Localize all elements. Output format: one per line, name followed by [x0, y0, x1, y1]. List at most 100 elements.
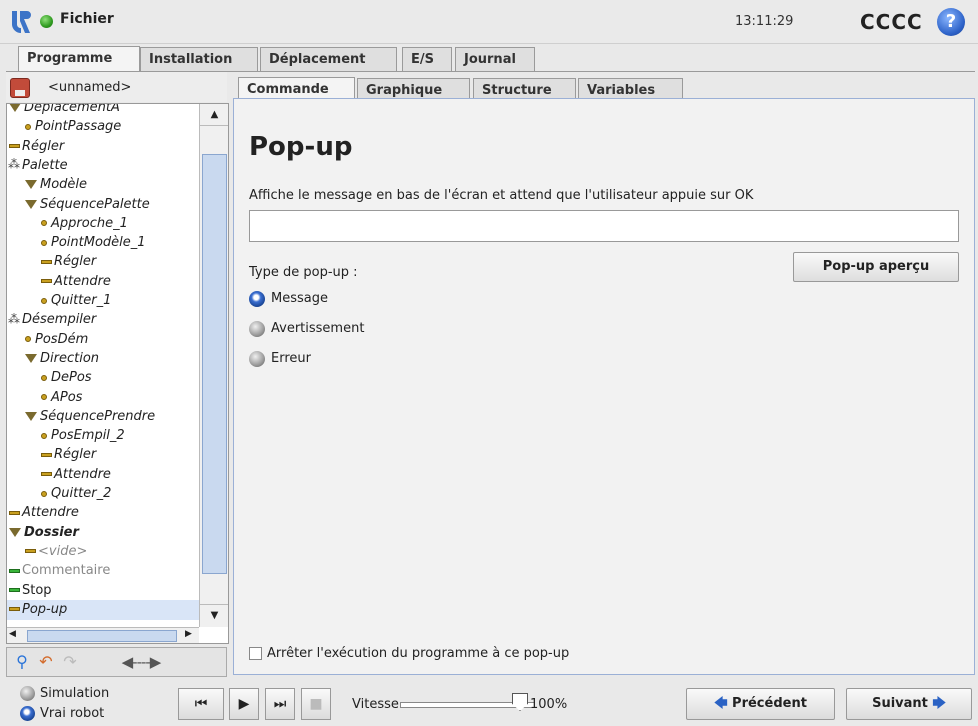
ur-logo-icon [12, 11, 31, 34]
folder-triangle-icon [9, 104, 21, 112]
tab-journal[interactable]: Journal [455, 47, 535, 72]
popup-preview-button[interactable]: Pop-up aperçu [793, 252, 959, 282]
rewind-button[interactable]: ⏮ [178, 688, 224, 720]
redo-icon[interactable]: ↷ [59, 651, 81, 673]
tree-item[interactable]: Palette [7, 154, 199, 176]
command-icon [41, 452, 52, 457]
tree-item[interactable]: Attendre [7, 465, 199, 485]
tree-item[interactable]: PointModèle_1 [7, 233, 199, 253]
tree-item[interactable]: Régler [7, 137, 199, 157]
arrow-right-icon: 🡆 [932, 696, 946, 711]
top-bar [0, 0, 978, 44]
mode-label: Vrai robot [40, 706, 105, 721]
stop-execution-checkbox[interactable]: Arrêter l'exécution du programme à ce po… [249, 646, 569, 661]
help-icon[interactable]: ? [937, 8, 965, 36]
tree-item-label: Dossier [24, 524, 79, 540]
tree-toolbar: ⚲ ↶ ↷ ◀----▶ [6, 647, 227, 677]
speed-label: Vitesse [352, 697, 399, 712]
tree-item[interactable]: PosDém [7, 330, 199, 350]
tree-item[interactable]: SéquencePalette [7, 195, 199, 215]
hscroll-thumb[interactable] [27, 630, 177, 642]
tree-item[interactable]: Régler [7, 252, 199, 272]
tree-item[interactable]: Dossier [7, 523, 199, 543]
tree-item[interactable]: SéquencePrendre [7, 407, 199, 427]
folder-triangle-icon [9, 527, 21, 537]
folder-triangle-icon [25, 180, 37, 190]
scroll-left-icon[interactable]: ◀ [9, 629, 16, 639]
tree-item-label: PosDém [35, 331, 89, 347]
save-icon[interactable] [10, 78, 30, 98]
mode-simulation[interactable]: Simulation [20, 686, 109, 701]
checkbox-icon[interactable] [249, 647, 262, 660]
command-icon [9, 607, 20, 612]
tree-item[interactable]: APos [7, 388, 199, 408]
command-icon [41, 279, 52, 284]
tree-item[interactable]: DéplacementA [7, 104, 199, 118]
previous-label: Précédent [732, 696, 807, 711]
arrow-left-icon: 🡄 [714, 696, 728, 711]
tree-item[interactable]: Quitter_1 [7, 291, 199, 311]
tree-item-label: PointModèle_1 [51, 235, 146, 251]
waypoint-icon [41, 239, 47, 246]
waypoint-icon [41, 220, 47, 227]
speed-value: 100% [530, 697, 568, 712]
play-button[interactable]: ▶ [229, 688, 259, 720]
radio-avertissement[interactable]: Avertissement [249, 319, 364, 339]
tree-item[interactable]: Approche_1 [7, 214, 199, 234]
tree-horizontal-scrollbar[interactable]: ◀ ▶ [7, 627, 199, 643]
radio-selected-icon[interactable] [249, 290, 265, 307]
scroll-thumb[interactable] [202, 154, 227, 574]
tree-item[interactable]: Pop-up [7, 599, 199, 620]
radio-selected-icon[interactable] [20, 706, 35, 721]
tree-item-label: APos [51, 389, 83, 405]
search-icon[interactable]: ⚲ [11, 651, 33, 673]
tree-item-label: Pop-up [22, 601, 68, 617]
tree-item[interactable]: PointPassage [7, 117, 199, 137]
tab-programme[interactable]: Programme [18, 46, 140, 72]
scroll-up-icon[interactable]: ▲ [200, 104, 228, 126]
command-icon [25, 549, 36, 554]
radio-erreur[interactable]: Erreur [249, 349, 311, 369]
scroll-right-icon[interactable]: ▶ [185, 629, 192, 639]
radio-label: Message [271, 291, 328, 306]
status-icon [40, 15, 53, 28]
tree-item[interactable]: Attendre [7, 272, 199, 292]
tree-item[interactable]: Direction [7, 349, 199, 369]
radio-icon[interactable] [249, 320, 265, 337]
command-green-icon [9, 588, 20, 592]
tab-deplacement[interactable]: Déplacement [260, 47, 397, 72]
tree-vertical-scrollbar[interactable]: ▲ ▼ [199, 104, 228, 627]
tree-item[interactable]: <vide> [7, 542, 199, 562]
tree-item-label: PosEmpil_2 [51, 428, 125, 444]
step-button[interactable]: ⏭ [265, 688, 295, 720]
stop-button[interactable]: ■ [301, 688, 331, 720]
next-button[interactable]: Suivant 🡆 [846, 688, 972, 720]
radio-message[interactable]: Message [249, 289, 328, 309]
tree-item[interactable]: Attendre [7, 503, 199, 523]
message-input[interactable] [249, 210, 959, 242]
waypoint-icon [41, 394, 47, 400]
file-menu[interactable]: Fichier [60, 11, 114, 27]
radio-icon[interactable] [249, 350, 265, 367]
tree-item[interactable]: PosEmpil_2 [7, 426, 199, 446]
previous-button[interactable]: 🡄 Précédent [686, 688, 835, 720]
tree-item[interactable]: DePos [7, 368, 199, 388]
tree-item[interactable]: Commentaire [7, 561, 199, 581]
tree-item-label: Palette [22, 157, 68, 173]
tab-es[interactable]: E/S [402, 47, 452, 72]
tree-item[interactable]: Modèle [7, 175, 199, 195]
cut-move-icon[interactable]: ◀----▶ [87, 651, 195, 673]
tree-item[interactable]: Désempiler [7, 309, 199, 330]
folder-triangle-icon [25, 199, 37, 209]
tab-installation[interactable]: Installation [140, 47, 258, 72]
scroll-down-icon[interactable]: ▼ [200, 604, 228, 626]
radio-icon[interactable] [20, 686, 35, 701]
tree-item[interactable]: Régler [7, 445, 199, 465]
tree-item[interactable]: Quitter_2 [7, 484, 199, 504]
tree-item[interactable]: Stop [7, 581, 199, 601]
mode-real-robot[interactable]: Vrai robot [20, 706, 104, 721]
waypoint-icon [25, 123, 31, 130]
program-tree: DéplacementA PointPassage Régler Palette Mod… [7, 104, 199, 627]
undo-icon[interactable]: ↶ [35, 651, 57, 673]
tree-item-label: Attendre [54, 466, 111, 482]
